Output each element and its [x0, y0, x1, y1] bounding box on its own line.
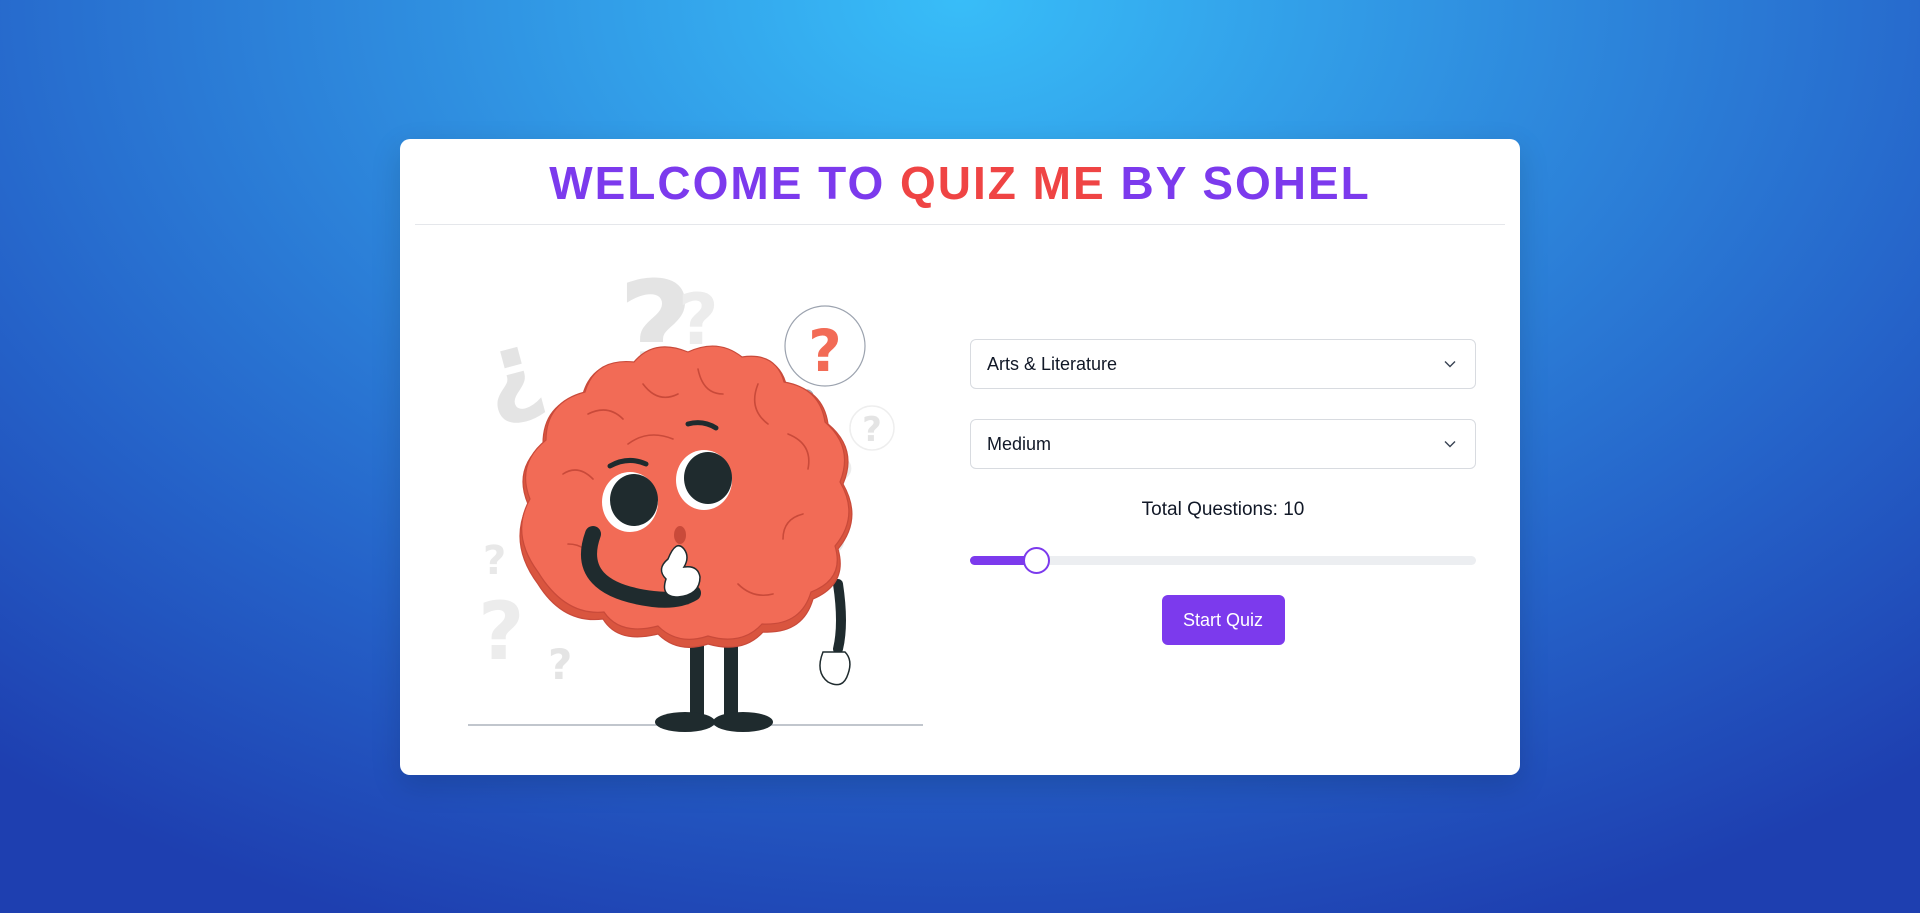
title-quiz-me: QUIZ ME — [900, 157, 1106, 209]
total-questions-value: 10 — [1283, 499, 1305, 520]
slider-thumb[interactable] — [1023, 547, 1050, 574]
page-title: WELCOME TO QUIZ ME BY SOHEL — [415, 157, 1505, 225]
question-mark-icon: ? — [548, 640, 572, 689]
chevron-down-icon — [1444, 441, 1456, 448]
start-quiz-button[interactable]: Start Quiz — [1161, 595, 1285, 645]
title-welcome: WELCOME TO — [549, 157, 901, 209]
category-select[interactable]: Arts & Literature — [970, 339, 1476, 389]
title-by-sohel: BY SOHEL — [1105, 157, 1371, 209]
difficulty-selected-value: Medium — [987, 433, 1052, 454]
quiz-settings-form: Arts & Literature Medium Total Questions… — [970, 339, 1476, 645]
category-selected-value: Arts & Literature — [987, 353, 1118, 374]
question-mark-icon: ? — [478, 585, 524, 678]
chevron-down-icon — [1444, 361, 1456, 368]
total-questions-label: Total Questions: 10 — [970, 499, 1476, 525]
difficulty-select[interactable]: Medium — [970, 419, 1476, 469]
question-mark-icon: ? — [808, 317, 842, 385]
question-count-slider[interactable] — [970, 547, 1476, 574]
svg-text:?: ? — [862, 410, 882, 450]
question-mark-icon: ? — [483, 538, 506, 584]
brain-character-illustration: ? ¿ ? ? ? ? ? ? ? ? — [468, 254, 923, 732]
total-questions-text: Total Questions: — [1141, 499, 1278, 520]
quiz-card: WELCOME TO QUIZ ME BY SOHEL ? ¿ ? ? ? ? … — [400, 139, 1520, 775]
question-mark-icon: ¿ — [468, 306, 554, 434]
